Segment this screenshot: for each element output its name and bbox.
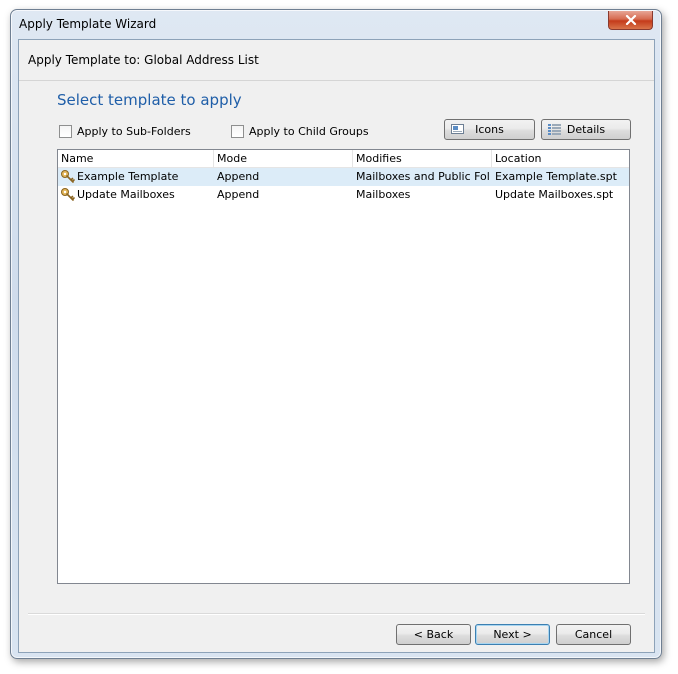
- column-divider[interactable]: [491, 150, 492, 167]
- table-row[interactable]: Example Template Append Mailboxes and Pu…: [58, 168, 629, 186]
- cancel-button[interactable]: Cancel: [556, 624, 631, 645]
- back-button-label: < Back: [413, 628, 454, 641]
- column-header-modifies[interactable]: Modifies: [356, 152, 402, 166]
- row-mode: Append: [217, 170, 260, 183]
- row-name: Update Mailboxes: [77, 188, 175, 201]
- footer-divider: [28, 613, 645, 615]
- row-modifies: Mailboxes: [356, 188, 411, 201]
- page-heading: Select template to apply: [57, 91, 242, 109]
- close-icon: [625, 15, 636, 25]
- wizard-header: Apply Template to: Global Address List: [19, 40, 654, 81]
- column-header-location[interactable]: Location: [495, 152, 542, 166]
- large-icons-icon: [451, 124, 464, 134]
- icons-view-button[interactable]: Icons: [444, 119, 535, 140]
- details-view-label: Details: [566, 123, 606, 136]
- close-button[interactable]: [608, 11, 653, 30]
- row-mode: Append: [217, 188, 260, 201]
- childgroups-checkbox-box[interactable]: [231, 125, 244, 138]
- template-key-icon: [61, 188, 75, 201]
- next-button[interactable]: Next >: [475, 624, 550, 645]
- wizard-client-area: Apply Template to: Global Address List S…: [18, 39, 655, 653]
- subfolders-checkbox-label: Apply to Sub-Folders: [77, 125, 191, 138]
- subfolders-checkbox[interactable]: Apply to Sub-Folders: [59, 125, 191, 138]
- apply-target-label: Apply Template to: Global Address List: [28, 53, 259, 67]
- template-list[interactable]: Name Mode Modifies Location Example Temp…: [57, 149, 630, 584]
- row-location: Example Template.spt: [495, 170, 617, 183]
- template-key-icon: [61, 170, 75, 183]
- column-header-mode[interactable]: Mode: [217, 152, 247, 166]
- childgroups-checkbox-label: Apply to Child Groups: [249, 125, 369, 138]
- wizard-window: Apply Template Wizard Apply Template to:…: [10, 9, 662, 659]
- details-view-button[interactable]: Details: [541, 119, 631, 140]
- details-list-icon: [548, 124, 561, 135]
- subfolders-checkbox-box[interactable]: [59, 125, 72, 138]
- childgroups-checkbox[interactable]: Apply to Child Groups: [231, 125, 369, 138]
- next-button-label: Next >: [493, 628, 532, 641]
- icons-view-label: Icons: [475, 123, 504, 136]
- row-location: Update Mailboxes.spt: [495, 188, 614, 201]
- row-modifies: Mailboxes and Public Fold...: [356, 170, 489, 183]
- table-row[interactable]: Update Mailboxes Append Mailboxes Update…: [58, 186, 629, 204]
- column-divider[interactable]: [352, 150, 353, 167]
- window-title: Apply Template Wizard: [19, 17, 157, 31]
- cancel-button-label: Cancel: [574, 628, 613, 641]
- back-button[interactable]: < Back: [396, 624, 471, 645]
- list-header: Name Mode Modifies Location: [58, 150, 629, 168]
- row-name: Example Template: [77, 170, 179, 183]
- column-header-name[interactable]: Name: [61, 152, 93, 166]
- column-divider[interactable]: [213, 150, 214, 167]
